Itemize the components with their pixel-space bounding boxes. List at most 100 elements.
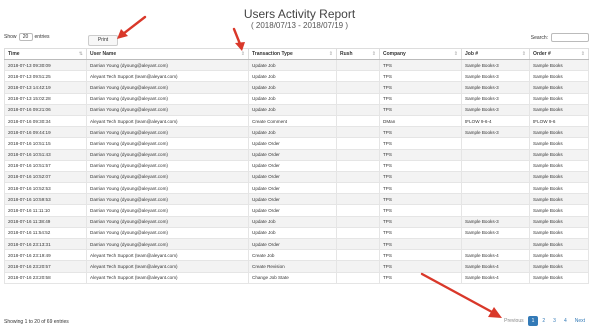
table-cell: Darrian Young (dyoung@aleyant.com) (86, 159, 249, 172)
table-row[interactable]: 2018-07-13 09:51:25 Aleyant Tech Support … (4, 70, 589, 83)
pagination: Previous 1 2 3 4 Next (500, 316, 589, 326)
table-cell (461, 148, 530, 161)
page-button[interactable]: 4 (560, 316, 571, 326)
table-cell: 2018-07-16 11:11:10 (4, 204, 87, 217)
table-cell: Sample Books-4 (461, 260, 530, 273)
table-cell: DMan (379, 114, 462, 128)
table-cell: Sample Books (529, 193, 589, 206)
table-cell: Sample Books (529, 215, 589, 228)
table-cell (461, 159, 530, 172)
table-cell: Darrian Young (dyoung@aleyant.com) (86, 237, 249, 251)
table-row[interactable]: 2018-07-13 15:02:28 Darrian Young (dyoung… (4, 92, 589, 105)
table-cell: Sample Books (529, 126, 589, 139)
table-row[interactable]: 2018-07-16 10:59:53 Darrian Young (dyoung… (4, 193, 589, 206)
table-cell: 2018-07-16 09:30:34 (4, 114, 87, 128)
table-cell (336, 215, 380, 228)
column-header[interactable]: Time ⇅ (4, 48, 87, 60)
table-row[interactable]: 2018-07-16 23:20:57 Aleyant Tech Support … (4, 260, 589, 273)
table-row[interactable]: 2018-07-13 09:30:09 Darrian Young (dyoung… (4, 58, 589, 72)
table-row[interactable]: 2018-07-16 23:19:49 Aleyant Tech Support … (4, 249, 589, 262)
table-cell: 2018-07-16 10:59:53 (4, 193, 87, 206)
table-cell (336, 81, 380, 94)
table-row[interactable]: 2018-07-16 10:52:07 Darrian Young (dyoung… (4, 170, 589, 184)
table-cell: Aleyant Tech Support (team@aleyant.com) (86, 249, 249, 262)
sort-icon: ⇕ (521, 51, 526, 57)
table-cell: Darrian Young (dyoung@aleyant.com) (86, 148, 249, 161)
table-cell: Update Job (248, 226, 337, 240)
table-cell: 2018-07-16 11:38:49 (4, 215, 87, 228)
table-cell: Darrian Young (dyoung@aleyant.com) (86, 204, 249, 217)
sort-icon: ⇕ (371, 51, 376, 57)
table-cell: 2018-07-13 14:42:19 (4, 81, 87, 94)
table-row[interactable]: 2018-07-16 10:51:43 Darrian Young (dyoung… (4, 148, 589, 161)
table-cell: Sample Books-3 (461, 103, 530, 116)
table-cell: Sample Books (529, 226, 589, 240)
table-cell: 2018-07-13 15:02:28 (4, 92, 87, 105)
page-button[interactable]: 1 (527, 316, 539, 326)
column-header-label: User Name (90, 51, 117, 57)
table-cell: Sample Books-3 (461, 58, 530, 72)
column-header-label: Rush (340, 51, 353, 57)
table-cell: Update Order (248, 182, 337, 195)
table-cell: TPS (379, 182, 462, 195)
table-cell: 2018-07-13 09:51:25 (4, 70, 87, 83)
table-row[interactable]: 2018-07-16 11:54:52 Darrian Young (dyoung… (4, 226, 589, 240)
column-header[interactable]: Job # ⇕ (461, 48, 530, 60)
table-row[interactable]: 2018-07-16 10:52:53 Darrian Young (dyoung… (4, 182, 589, 195)
table-cell (336, 114, 380, 128)
column-header-label: Company (383, 51, 406, 57)
table-row[interactable]: 2018-07-16 09:30:34 Aleyant Tech Support … (4, 114, 589, 128)
search-input[interactable] (551, 33, 589, 42)
table-body: 2018-07-13 09:30:09 Darrian Young (dyoung… (4, 58, 589, 284)
print-button[interactable]: Print (88, 35, 118, 46)
table-cell (336, 260, 380, 273)
table-row[interactable]: 2018-07-16 10:51:57 Darrian Young (dyoung… (4, 159, 589, 172)
table-cell: Darrian Young (dyoung@aleyant.com) (86, 137, 249, 150)
column-header-label: Transaction Type (252, 51, 293, 57)
previous-page-button[interactable]: Previous (500, 316, 527, 326)
table-cell (336, 226, 380, 240)
table-cell: Sample Books-4 (461, 271, 530, 284)
table-row[interactable]: 2018-07-16 23:13:31 Darrian Young (dyoung… (4, 237, 589, 251)
table-cell (336, 148, 380, 161)
next-page-button[interactable]: Next (571, 316, 589, 326)
table-cell: 2018-07-16 23:20:58 (4, 271, 87, 284)
table-cell: TPS (379, 103, 462, 116)
table-row[interactable]: 2018-07-16 09:44:19 Darrian Young (dyoung… (4, 126, 589, 139)
table-row[interactable]: 2018-07-16 10:51:15 Darrian Young (dyoung… (4, 137, 589, 150)
column-header[interactable]: Company ⇕ (379, 48, 462, 60)
column-header[interactable]: User Name ⇕ (86, 48, 249, 60)
column-header[interactable]: Order # ⇕ (529, 48, 589, 60)
page-button[interactable]: 3 (549, 316, 560, 326)
table-cell: Aleyant Tech Support (team@aleyant.com) (86, 114, 249, 128)
table-cell: Sample Books (529, 170, 589, 184)
page-title: Users Activity Report (243, 7, 356, 21)
table-row[interactable]: 2018-07-13 14:42:19 Darrian Young (dyoung… (4, 81, 589, 94)
column-header[interactable]: Transaction Type ⇕ (248, 48, 337, 60)
column-header[interactable]: Rush ⇕ (336, 48, 380, 60)
page-length-select[interactable]: 20 (18, 33, 33, 41)
table-row[interactable]: 2018-07-16 11:11:10 Darrian Young (dyoung… (4, 204, 589, 217)
table-cell: 2018-07-16 10:51:57 (4, 159, 87, 172)
table-cell: TPS (379, 58, 462, 72)
report-page: Users Activity Report ( 2018/07/13 - 201… (0, 0, 599, 331)
table-cell: Darrian Young (dyoung@aleyant.com) (86, 103, 249, 116)
table-cell: Update Order (248, 148, 337, 161)
table-cell: Sample Books-3 (461, 81, 530, 94)
table-cell (461, 237, 530, 251)
table-cell: tFLOW 9-6 (529, 114, 589, 128)
page-button[interactable]: 2 (538, 316, 549, 326)
sort-icon: ⇕ (580, 51, 585, 57)
table-cell: Darrian Young (dyoung@aleyant.com) (86, 92, 249, 105)
table-cell: Aleyant Tech Support (team@aleyant.com) (86, 260, 249, 273)
sort-icon: ⇕ (453, 51, 458, 57)
table-cell: Sample Books-3 (461, 226, 530, 240)
table-cell: Sample Books-3 (461, 126, 530, 139)
table-row[interactable]: 2018-07-16 23:20:58 Aleyant Tech Support … (4, 271, 589, 284)
table-cell: Sample Books (529, 260, 589, 273)
table-cell: Update Order (248, 193, 337, 206)
table-row[interactable]: 2018-07-16 09:21:06 Darrian Young (dyoung… (4, 103, 589, 116)
table-cell: TPS (379, 226, 462, 240)
table-row[interactable]: 2018-07-16 11:38:49 Darrian Young (dyoung… (4, 215, 589, 228)
search-label: Search: (530, 34, 548, 41)
